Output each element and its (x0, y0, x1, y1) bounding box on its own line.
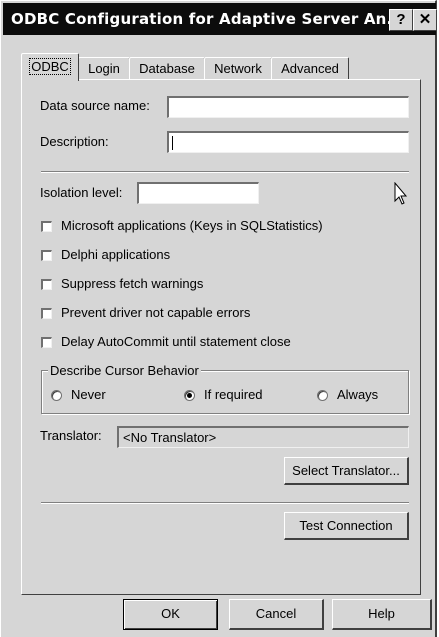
cursor-behavior-legend: Describe Cursor Behavior (48, 363, 201, 378)
tab-odbc[interactable]: ODBC (21, 53, 79, 81)
description-label: Description: (40, 134, 109, 149)
radio-label: Never (71, 387, 106, 402)
checkbox-label: Delphi applications (61, 247, 171, 262)
data-source-name-label: Data source name: (40, 98, 150, 113)
radio-button[interactable] (317, 390, 328, 401)
text-caret (172, 136, 173, 150)
help-button[interactable]: Help (332, 599, 432, 630)
select-translator-button[interactable]: Select Translator... (284, 457, 409, 485)
checkbox-box[interactable] (41, 279, 52, 290)
separator (41, 502, 409, 504)
description-input[interactable] (167, 131, 409, 153)
radio-label: Always (337, 387, 379, 402)
tab-database[interactable]: Database (129, 57, 205, 80)
cancel-button[interactable]: Cancel (229, 599, 324, 630)
test-connection-button[interactable]: Test Connection (284, 512, 409, 540)
checkbox-box[interactable] (41, 250, 52, 261)
ok-button[interactable]: OK (123, 599, 218, 630)
radio-label: If required (204, 387, 263, 402)
radio-button-selected[interactable] (184, 390, 195, 401)
title-bar[interactable]: ODBC Configuration for Adaptive Server A… (3, 3, 437, 35)
isolation-level-input[interactable] (137, 182, 259, 204)
window-title: ODBC Configuration for Adaptive Server A… (11, 10, 405, 28)
checkbox-label: Microsoft applications (Keys in SQLStati… (61, 218, 323, 233)
question-mark-icon: ? (396, 11, 406, 28)
checkbox-label: Suppress fetch warnings (61, 276, 204, 291)
checkbox-label: Prevent driver not capable errors (61, 305, 251, 320)
checkbox-box[interactable] (41, 308, 52, 319)
separator (41, 171, 409, 173)
isolation-level-label: Isolation level: (40, 185, 123, 200)
close-button[interactable]: ✕ (413, 9, 437, 31)
radio-button[interactable] (51, 390, 62, 401)
checkbox-label: Delay AutoCommit until statement close (61, 334, 291, 349)
translator-field: <No Translator> (117, 426, 409, 448)
translator-label: Translator: (40, 428, 102, 443)
tab-login[interactable]: Login (78, 57, 130, 80)
checkbox-box[interactable] (41, 337, 52, 348)
tab-network[interactable]: Network (204, 57, 272, 80)
help-title-button[interactable]: ? (389, 9, 413, 31)
data-source-name-input[interactable] (167, 96, 409, 118)
arrow-cursor-icon (394, 182, 408, 205)
tab-advanced[interactable]: Advanced (271, 57, 349, 80)
close-icon: ✕ (418, 11, 432, 28)
dialog-window: ODBC Configuration for Adaptive Server A… (0, 0, 437, 637)
checkbox-box[interactable] (41, 221, 52, 232)
